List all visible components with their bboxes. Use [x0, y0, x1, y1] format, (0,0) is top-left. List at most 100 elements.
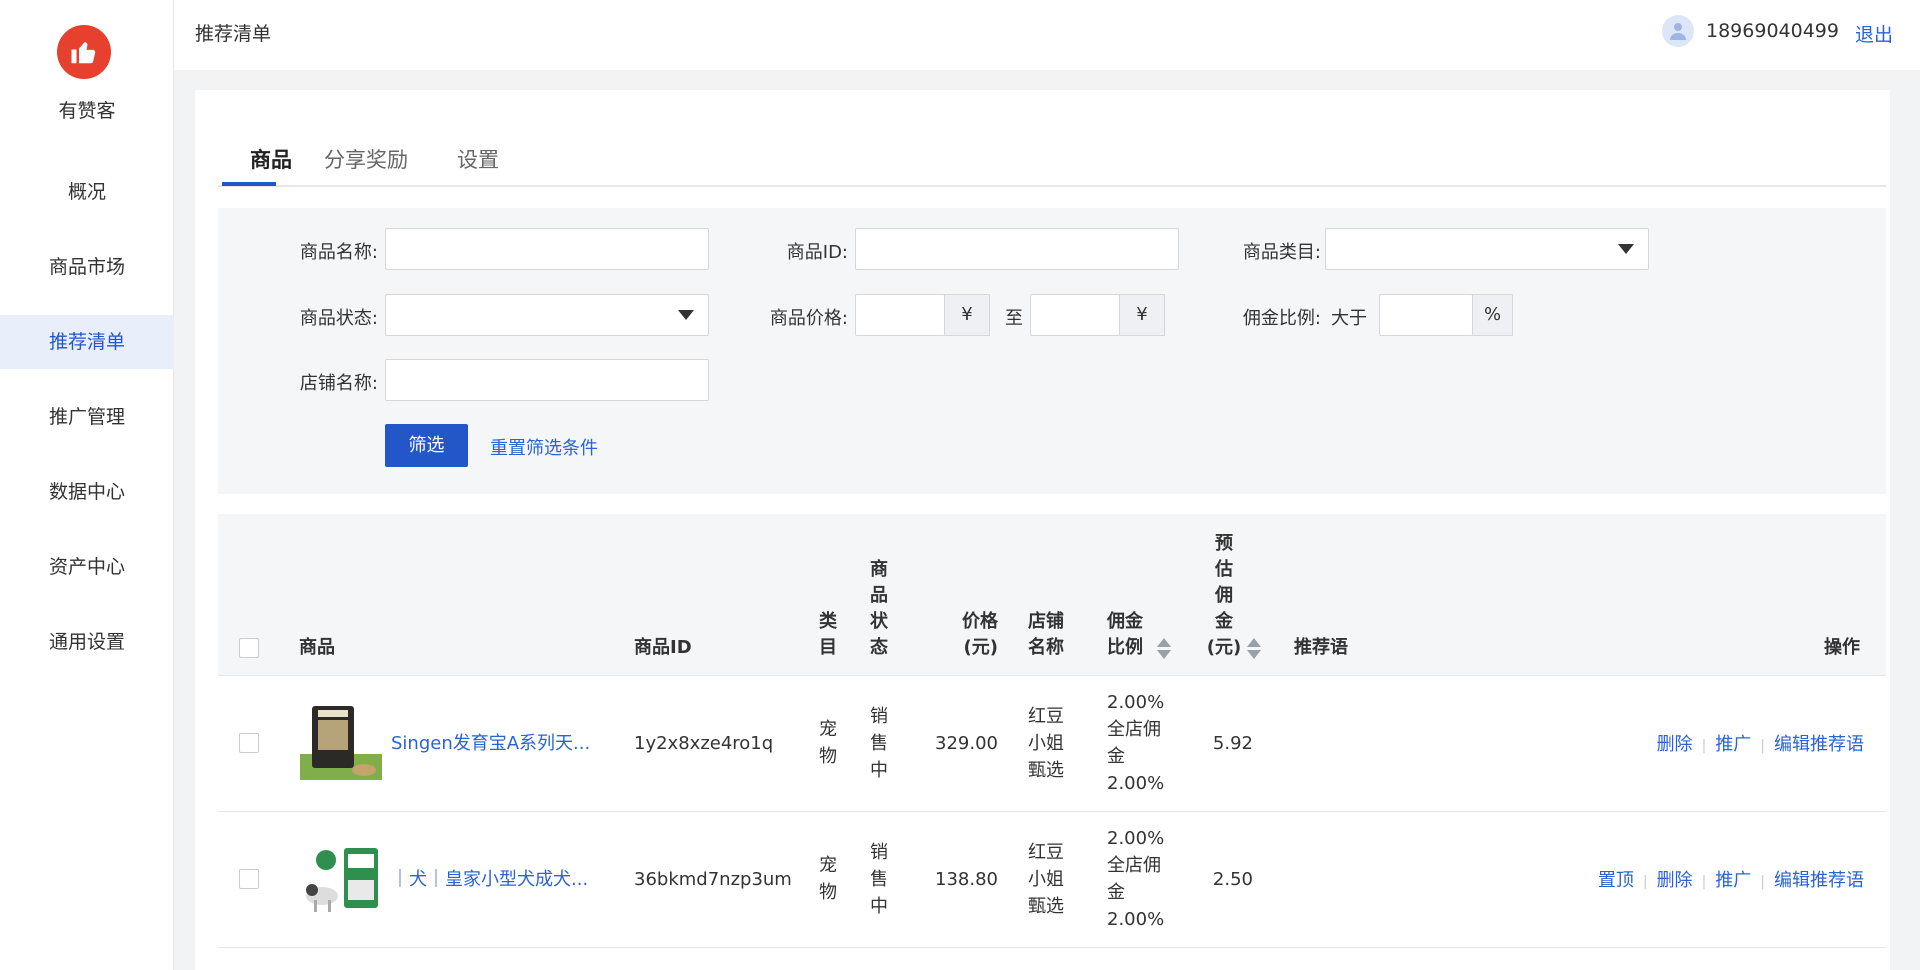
th-product: 商品	[299, 637, 335, 658]
shop-name: 红豆 小姐 甄选	[1028, 706, 1064, 781]
edit-recommend-link[interactable]: 编辑推荐语	[1774, 870, 1864, 891]
top-header: 推荐清单 18969040499 退出	[174, 0, 1920, 70]
th-category: 类目	[819, 611, 837, 658]
product-price: 138.80	[935, 869, 998, 890]
range-separator: 至	[1005, 308, 1023, 329]
user-phone: 18969040499	[1706, 20, 1839, 42]
divider: |	[1701, 738, 1707, 754]
product-price: 329.00	[935, 733, 998, 754]
product-status-select[interactable]	[385, 294, 709, 336]
page-title: 推荐清单	[195, 23, 272, 45]
product-id: 36bkmd7nzp3um	[634, 869, 792, 890]
product-name-label: 商品名称:	[299, 242, 378, 263]
product-id-label: 商品ID:	[786, 242, 848, 263]
percent-addon: %	[1472, 294, 1513, 336]
edit-recommend-link[interactable]: 编辑推荐语	[1774, 734, 1864, 755]
divider: |	[1642, 874, 1648, 890]
sidebar-item-overview[interactable]: 概况	[0, 165, 174, 219]
commission-ratio-label: 佣金比例:	[1242, 308, 1321, 329]
row-actions: 删除 | 推广 | 编辑推荐语	[1657, 730, 1864, 756]
tab-products[interactable]: 商品	[250, 144, 292, 199]
th-commission: 佣金 比例	[1107, 611, 1143, 658]
chevron-down-icon	[678, 310, 694, 320]
promote-link[interactable]: 推广	[1715, 734, 1751, 755]
product-category-label: 商品类目:	[1242, 242, 1321, 263]
product-thumbnail[interactable]	[300, 704, 382, 780]
tab-settings[interactable]: 设置	[457, 144, 499, 199]
table-header: 商品 商品ID 类目 商品 状态 价格 (元) 店铺 名称 佣金 比例 预 估 …	[218, 514, 1886, 676]
sidebar-item-promotion[interactable]: 推广管理	[0, 390, 174, 444]
table-row	[218, 948, 1886, 970]
commission-ratio: 2.00% 全店佣金 2.00%	[1107, 689, 1164, 797]
est-commission: 2.50	[1212, 869, 1253, 890]
row-checkbox[interactable]	[239, 733, 259, 753]
product-category-select[interactable]	[1325, 228, 1649, 270]
brand-name: 有赞客	[58, 100, 116, 122]
filter-button[interactable]: 筛选	[385, 424, 468, 467]
product-id-input[interactable]	[855, 228, 1179, 270]
shop-name-input[interactable]	[385, 359, 709, 401]
table-row: ｜犬｜皇家小型犬成犬... 36bkmd7nzp3um 宠物 销售中 138.8…	[218, 812, 1886, 948]
row-actions: 置顶 | 删除 | 推广 | 编辑推荐语	[1598, 866, 1864, 892]
sidebar-item-settings[interactable]: 通用设置	[0, 615, 174, 669]
th-shop: 店铺 名称	[1028, 611, 1064, 658]
product-price-label: 商品价格:	[769, 308, 848, 329]
sort-commission-icon[interactable]	[1157, 636, 1171, 662]
th-est-commission: 预估 佣金 (元)	[1206, 533, 1242, 658]
active-tab-indicator	[222, 182, 276, 186]
th-recommend: 推荐语	[1294, 637, 1348, 658]
thumbs-up-icon	[71, 42, 96, 64]
est-commission: 5.92	[1212, 733, 1253, 754]
product-table: 商品 商品ID 类目 商品 状态 价格 (元) 店铺 名称 佣金 比例 预 估 …	[218, 514, 1886, 970]
product-name-link[interactable]: ｜犬｜皇家小型犬成犬...	[391, 866, 588, 893]
th-status: 商品 状态	[870, 559, 888, 658]
row-checkbox[interactable]	[239, 869, 259, 889]
sidebar-item-asset-center[interactable]: 资产中心	[0, 540, 174, 594]
price-min-input[interactable]	[855, 294, 945, 336]
product-status: 销售中	[870, 842, 888, 917]
pin-top-link[interactable]: 置顶	[1598, 870, 1634, 891]
shop-name-label: 店铺名称:	[299, 373, 378, 394]
filter-panel: 商品名称: 商品ID: 商品类目: 商品状态: 商品价格: ¥ 至 ¥ 佣金比例…	[218, 208, 1886, 494]
currency-addon: ¥	[944, 294, 990, 336]
product-name-input[interactable]	[385, 228, 709, 270]
sidebar-item-product-market[interactable]: 商品市场	[0, 240, 174, 294]
commission-min-input[interactable]	[1379, 294, 1473, 336]
product-category: 宠物	[819, 855, 837, 903]
sidebar: 有赞客 概况 商品市场 推荐清单 推广管理 数据中心 资产中心 通用设置	[0, 0, 174, 970]
main-card: 商品 分享奖励 设置 商品名称: 商品ID: 商品类目: 商品状态: 商品价格:…	[195, 90, 1890, 970]
th-product-id: 商品ID	[634, 637, 692, 658]
product-status: 销售中	[870, 706, 888, 781]
table-row: Singen发育宝A系列天... 1y2x8xze4ro1q 宠物 销售中 32…	[218, 676, 1886, 812]
reset-filter-link[interactable]: 重置筛选条件	[490, 434, 598, 460]
delete-link[interactable]: 删除	[1657, 734, 1693, 755]
product-name-link[interactable]: Singen发育宝A系列天...	[391, 730, 590, 757]
avatar[interactable]	[1662, 15, 1694, 47]
product-id: 1y2x8xze4ro1q	[634, 733, 774, 754]
price-max-input[interactable]	[1030, 294, 1120, 336]
sort-est-commission-icon[interactable]	[1247, 636, 1261, 662]
divider: |	[1760, 874, 1765, 890]
th-actions: 操作	[1824, 637, 1860, 658]
store-commission: 全店佣金 2.00%	[1107, 719, 1165, 794]
store-commission: 全店佣金 2.00%	[1107, 855, 1165, 930]
product-category: 宠物	[819, 719, 837, 767]
tab-share-rewards[interactable]: 分享奖励	[324, 144, 408, 199]
chevron-down-icon	[1618, 244, 1634, 254]
product-status-label: 商品状态:	[299, 308, 378, 329]
delete-link[interactable]: 删除	[1657, 870, 1693, 891]
commission-ratio: 2.00% 全店佣金 2.00%	[1107, 825, 1164, 933]
divider: |	[1701, 874, 1707, 890]
shop-name: 红豆 小姐 甄选	[1028, 842, 1064, 917]
th-price: 价格 (元)	[962, 611, 998, 658]
tab-bar: 商品 分享奖励 设置	[218, 132, 1886, 187]
app-root: 有赞客 概况 商品市场 推荐清单 推广管理 数据中心 资产中心 通用设置 推荐清…	[0, 0, 1920, 970]
sidebar-item-data-center[interactable]: 数据中心	[0, 465, 174, 519]
sidebar-item-recommend-list[interactable]: 推荐清单	[0, 315, 174, 369]
user-icon	[1670, 23, 1686, 40]
logout-link[interactable]: 退出	[1855, 20, 1893, 47]
currency-addon: ¥	[1119, 294, 1165, 336]
product-thumbnail[interactable]	[300, 840, 382, 916]
promote-link[interactable]: 推广	[1715, 870, 1751, 891]
select-all-checkbox[interactable]	[239, 638, 259, 658]
